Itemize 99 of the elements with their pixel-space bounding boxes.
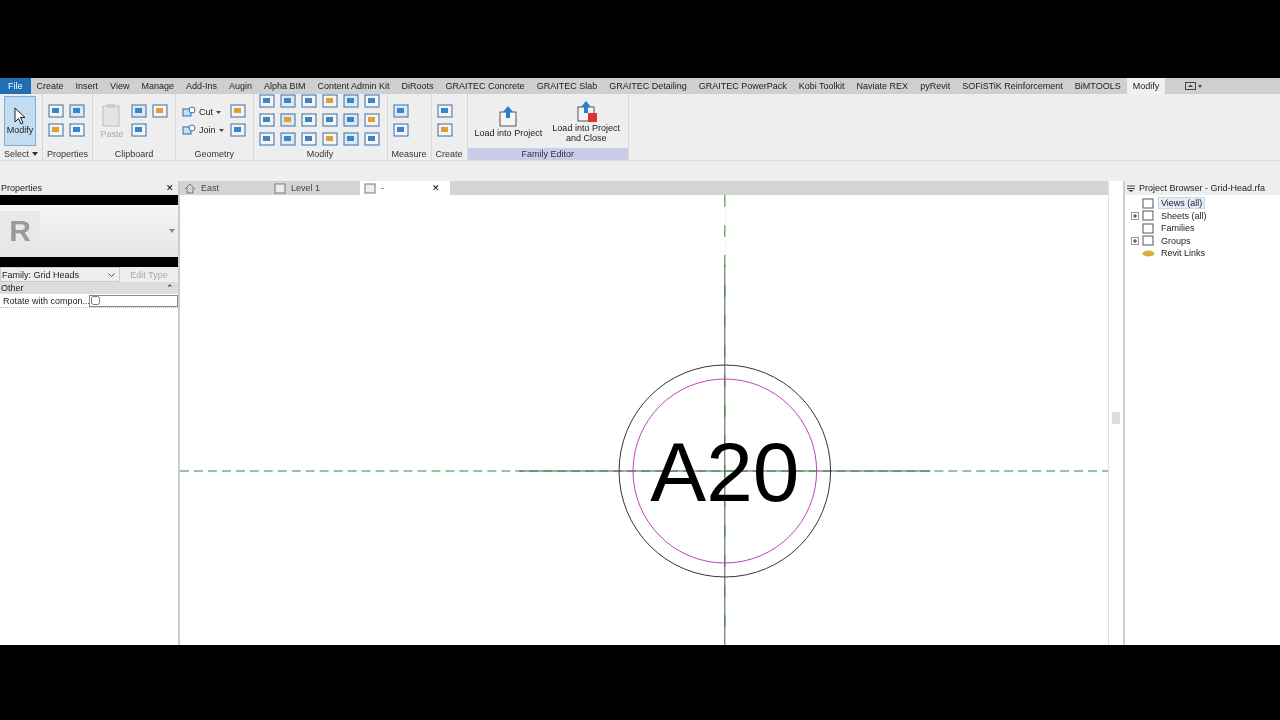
checkbox[interactable] <box>91 296 100 305</box>
tree-item[interactable]: Families <box>1158 222 1198 235</box>
ribbon-tab[interactable]: Insert <box>69 78 105 94</box>
ribbon-tab[interactable]: SOFiSTiK Reinforcement <box>956 78 1069 94</box>
house-icon <box>184 182 196 194</box>
ribbon-tab[interactable]: pyRevit <box>914 78 957 94</box>
tool-icon[interactable] <box>299 131 320 149</box>
view-icon <box>1142 222 1155 234</box>
collapse-button[interactable]: ⌃ <box>162 283 178 293</box>
tool-icon[interactable] <box>341 131 362 149</box>
geometry-tool-button[interactable]: Cut <box>180 105 226 119</box>
upload-icon <box>574 99 599 123</box>
cursor-icon <box>13 107 27 125</box>
tool-icon[interactable] <box>320 131 341 149</box>
tool-icon[interactable] <box>299 93 320 111</box>
panel-title: Project Browser - Grid-Head.rfa <box>1139 183 1266 193</box>
ribbon-tab[interactable]: Alpha BIM <box>258 78 312 94</box>
panel-title: Properties <box>47 149 89 159</box>
tool-icon[interactable] <box>47 121 67 140</box>
document-tab[interactable]: - ✕ <box>360 181 450 195</box>
tool-icon[interactable] <box>278 131 299 149</box>
ribbon-tab[interactable]: Create <box>30 78 70 94</box>
tool-icon[interactable] <box>341 112 362 130</box>
load-button[interactable]: Load into Project and Close <box>548 96 625 146</box>
tool-icon[interactable] <box>68 121 88 140</box>
tool-icon[interactable] <box>362 93 383 111</box>
menu-icon[interactable] <box>1127 184 1135 192</box>
ribbon-tab[interactable]: GRAITEC Concrete <box>439 78 531 94</box>
shape-icon <box>182 124 197 136</box>
tool-icon[interactable] <box>391 102 412 121</box>
tool-icon[interactable] <box>299 112 320 130</box>
ribbon-tab[interactable]: Kobi Toolkit <box>792 78 851 94</box>
group-header: Other <box>1 283 24 293</box>
tool-icon[interactable] <box>257 131 278 149</box>
tool-icon[interactable] <box>68 102 88 121</box>
sheet-icon <box>274 182 286 194</box>
ribbon-tab[interactable]: BiMTOOLS <box>1068 78 1127 94</box>
ribbon-tab[interactable]: DiRoots <box>395 78 440 94</box>
tree-item[interactable]: Sheets (all) <box>1158 209 1210 222</box>
ribbon-tab[interactable]: GRAITEC Slab <box>530 78 604 94</box>
tool-icon[interactable] <box>257 93 278 111</box>
panel-toggle-icon[interactable] <box>1185 82 1204 90</box>
panel-title: Family Editor <box>521 149 575 159</box>
panel-title: Create <box>435 149 463 159</box>
tree-item[interactable]: Revit Links <box>1158 247 1208 260</box>
document-tab[interactable]: Level 1 <box>270 181 360 195</box>
tree-item[interactable]: Groups <box>1158 234 1194 247</box>
tool-icon[interactable] <box>228 121 249 140</box>
ribbon-tab[interactable]: Content Admin Kit <box>311 78 396 94</box>
tree-item[interactable]: Views (all) <box>1158 197 1206 210</box>
ribbon-tab[interactable]: Naviate REX <box>850 78 915 94</box>
ribbon-tab[interactable]: Add-Ins <box>179 78 223 94</box>
ribbon-tab[interactable]: View <box>104 78 136 94</box>
tool-icon[interactable] <box>362 112 383 130</box>
panel-title: Select <box>4 149 29 159</box>
caret-icon[interactable] <box>32 152 38 156</box>
dropdown-icon <box>169 229 175 233</box>
chevron-icon <box>108 272 115 277</box>
property-name: Rotate with compon... <box>2 295 89 306</box>
caret-icon <box>216 110 222 114</box>
tool-icon[interactable] <box>278 112 299 130</box>
ribbon-tab[interactable]: Manage <box>135 78 180 94</box>
tool-icon[interactable] <box>228 102 249 121</box>
close-button[interactable]: ✕ <box>162 183 178 193</box>
tool-icon[interactable] <box>391 121 412 140</box>
ribbon-tab[interactable]: GRAITEC PowerPack <box>692 78 793 94</box>
panel-title: Measure <box>391 149 427 159</box>
view-icon <box>1142 197 1155 209</box>
tool-icon[interactable] <box>362 131 383 149</box>
modify-tool-button[interactable]: Modify <box>4 96 36 146</box>
ribbon-tab[interactable]: File <box>0 78 31 94</box>
geometry-tool-button[interactable]: Join <box>180 123 226 137</box>
view-icon <box>1142 235 1155 247</box>
ribbon-tab[interactable]: GRAITEC Detailing <box>603 78 693 94</box>
family-dropdown[interactable]: Family: Grid Heads <box>0 267 120 282</box>
ribbon-tab[interactable]: Augin <box>222 78 258 94</box>
tool-icon[interactable] <box>320 112 341 130</box>
expand-icon[interactable] <box>1131 236 1139 245</box>
grid-head-label: A20 <box>650 424 800 519</box>
tool-icon[interactable] <box>257 112 278 130</box>
sheet-icon <box>364 182 376 194</box>
tool-icon[interactable] <box>435 121 456 140</box>
panel-title: Clipboard <box>114 149 154 159</box>
tool-icon[interactable] <box>278 93 299 111</box>
caret-icon <box>218 128 224 132</box>
view-icon <box>1142 210 1155 222</box>
scrollbar-thumb[interactable] <box>1112 412 1120 424</box>
panel-title: Properties <box>1 183 43 193</box>
load-button[interactable]: Load into Project <box>471 101 546 141</box>
tool-icon[interactable] <box>47 102 67 121</box>
expand-icon[interactable] <box>1131 211 1139 220</box>
shape-icon <box>182 106 197 118</box>
tool-icon[interactable] <box>435 102 456 121</box>
ribbon-tab[interactable]: Modify <box>1126 78 1166 94</box>
tool-icon[interactable] <box>341 93 362 111</box>
panel-title: Geometry <box>194 149 235 159</box>
panel-title: Modify <box>306 149 334 159</box>
tool-icon[interactable] <box>320 93 341 111</box>
document-tab[interactable]: East <box>180 181 270 195</box>
